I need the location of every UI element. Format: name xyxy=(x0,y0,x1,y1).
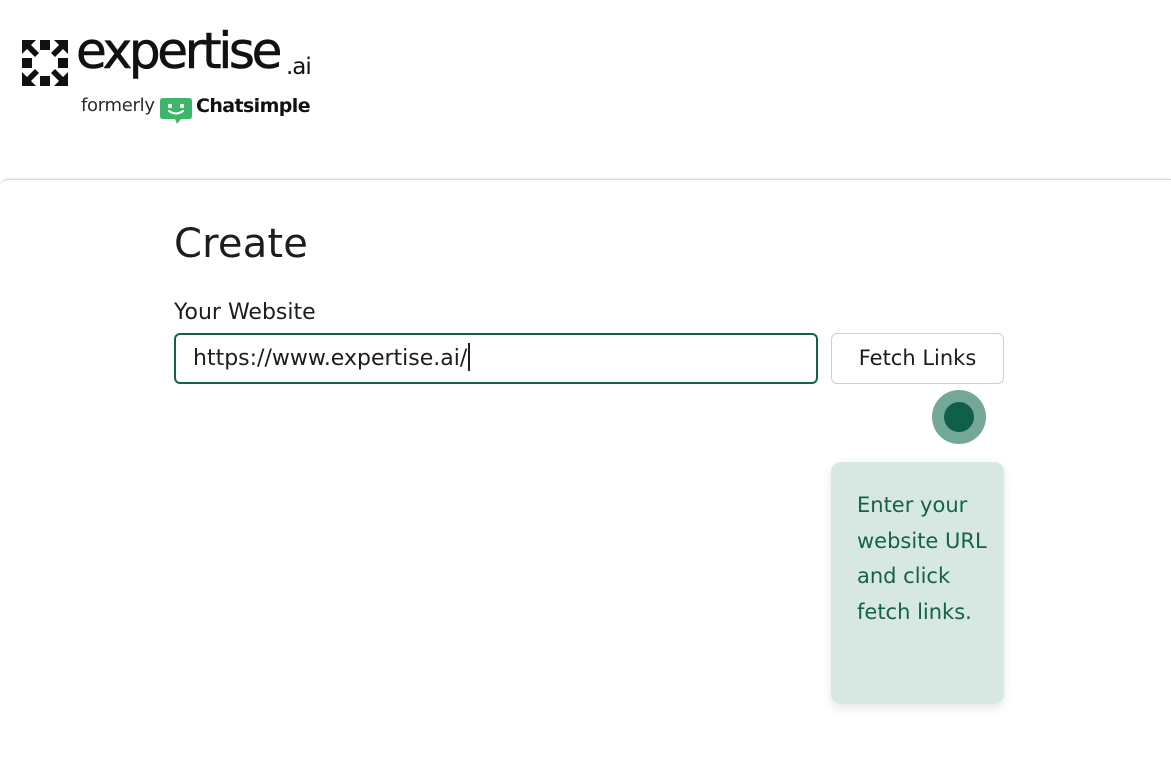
brand-suffix: .ai xyxy=(286,54,312,80)
walkthrough-beacon[interactable] xyxy=(932,390,986,444)
former-brand-name: Chatsimple xyxy=(196,95,311,117)
fetch-links-button[interactable]: Fetch Links xyxy=(831,333,1004,384)
walkthrough-beacon-dot xyxy=(944,402,974,432)
text-caret xyxy=(468,343,471,371)
website-field-label: Your Website xyxy=(174,300,316,325)
expertise-logo-icon xyxy=(22,40,68,86)
page-title: Create xyxy=(174,221,309,267)
walkthrough-tooltip-text: Enter your website URL and click fetch l… xyxy=(857,493,987,624)
walkthrough-tooltip: Enter your website URL and click fetch l… xyxy=(831,462,1004,704)
brand-name: expertise xyxy=(76,22,283,80)
website-url-value: https://www.expertise.ai/ xyxy=(193,346,468,371)
website-url-input[interactable]: https://www.expertise.ai/ xyxy=(174,333,818,384)
app-header: expertise .ai formerly Chatsimple xyxy=(0,0,1171,178)
formerly-label: formerly xyxy=(81,95,155,116)
chatsimple-logo-icon xyxy=(160,98,192,124)
